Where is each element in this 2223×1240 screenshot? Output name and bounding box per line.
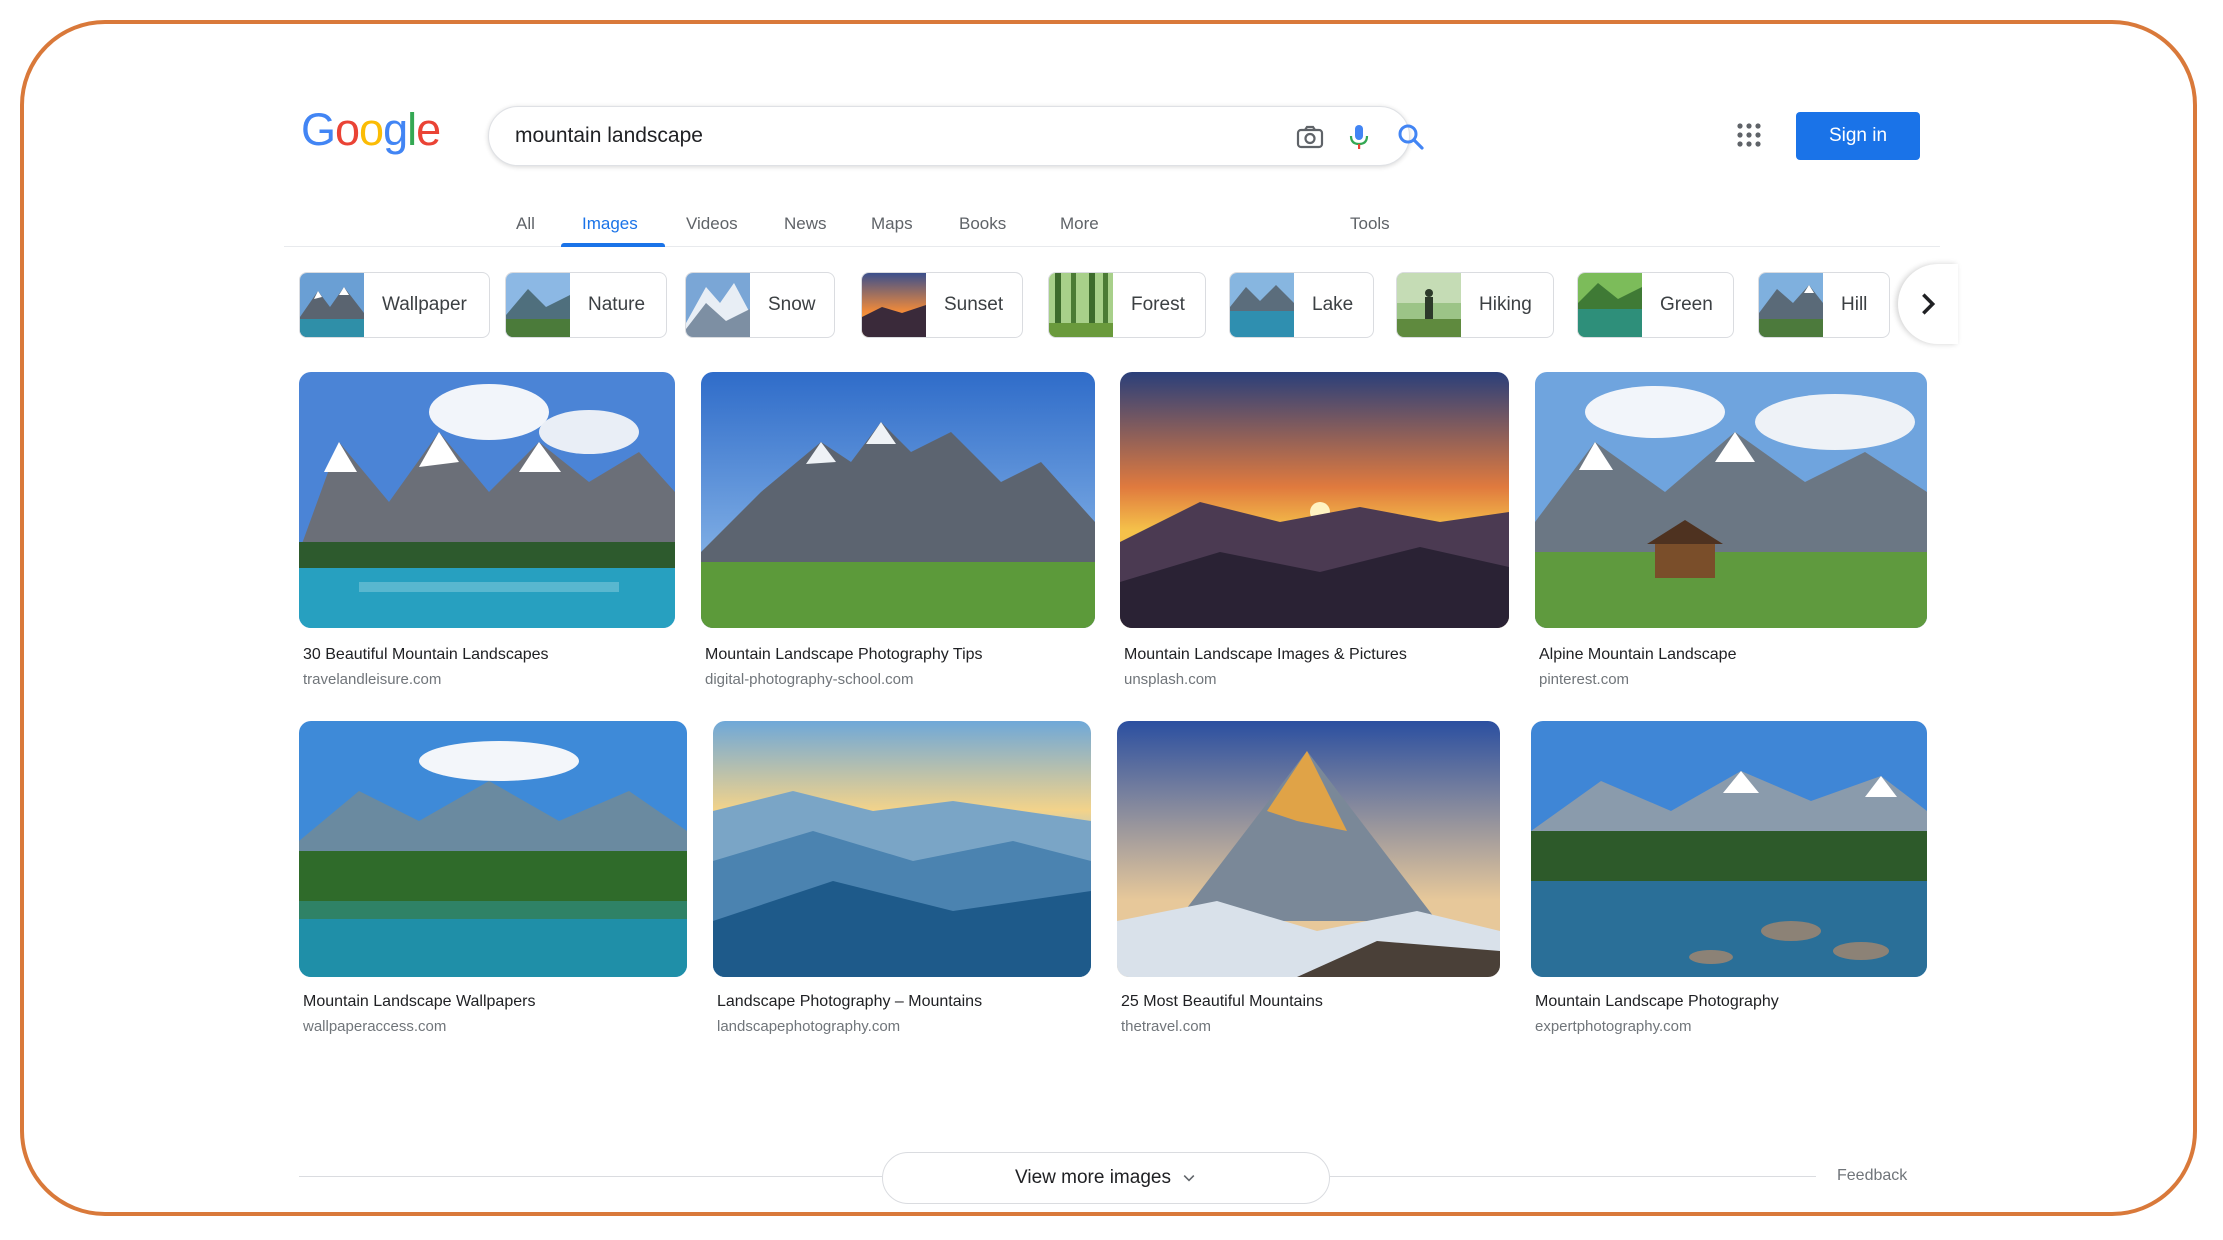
chip-thumbnail (1049, 273, 1113, 337)
tab-videos[interactable]: Videos (686, 214, 738, 234)
result-title[interactable]: 30 Beautiful Mountain Landscapes (303, 646, 549, 664)
tab-books[interactable]: Books (959, 214, 1006, 234)
result-title[interactable]: Landscape Photography – Mountains (717, 993, 982, 1011)
chip-nature[interactable]: Nature (505, 272, 667, 338)
result-image[interactable] (299, 372, 675, 628)
result-source: thetravel.com (1121, 1018, 1212, 1035)
chip-thumbnail (1397, 273, 1461, 337)
tab-news[interactable]: News (784, 214, 827, 234)
chip-green[interactable]: Green (1577, 272, 1734, 338)
chip-label: Forest (1131, 294, 1185, 315)
chip-thumbnail (1230, 273, 1294, 337)
footer-divider (1330, 1176, 1816, 1177)
chip-hill[interactable]: Hill (1758, 272, 1890, 338)
search-tabs: All Images Videos News Maps Books More T… (284, 190, 1940, 247)
chip-label: Hill (1841, 294, 1868, 315)
result-image[interactable] (1120, 372, 1509, 628)
search-box[interactable]: mountain landscape (488, 106, 1424, 166)
camera-icon[interactable] (1294, 121, 1326, 153)
tab-all[interactable]: All (516, 214, 535, 234)
chip-thumbnail (300, 273, 364, 337)
chip-thumbnail (686, 273, 750, 337)
chip-thumbnail (1578, 273, 1642, 337)
result-image[interactable] (1535, 372, 1927, 628)
chip-label: Green (1660, 294, 1713, 315)
result-image[interactable] (299, 721, 687, 977)
chevron-right-icon (1922, 293, 1936, 315)
view-more-label: View more images (1015, 1167, 1171, 1188)
result-source: unsplash.com (1124, 671, 1217, 688)
result-title[interactable]: Mountain Landscape Photography Tips (705, 646, 983, 664)
feedback-link[interactable]: Feedback (1837, 1167, 1907, 1185)
google-logo[interactable]: Google (301, 104, 441, 156)
chip-label: Nature (588, 294, 646, 315)
sign-in-button[interactable]: Sign in (1796, 112, 1920, 160)
result-title[interactable]: 25 Most Beautiful Mountains (1121, 993, 1323, 1011)
result-image[interactable] (701, 372, 1095, 628)
result-image[interactable] (1531, 721, 1927, 977)
chips-next-button[interactable] (1898, 264, 1958, 344)
tab-more[interactable]: More (1060, 214, 1099, 234)
microphone-icon[interactable] (1343, 121, 1375, 153)
result-source: pinterest.com (1539, 671, 1630, 688)
active-tab-indicator (561, 243, 665, 247)
chip-lake[interactable]: Lake (1229, 272, 1374, 338)
chip-label: Lake (1312, 294, 1354, 315)
result-title[interactable]: Alpine Mountain Landscape (1539, 646, 1736, 664)
result-source: travelandleisure.com (303, 671, 442, 688)
chip-wallpaper[interactable]: Wallpaper (299, 272, 490, 338)
apps-grid-icon[interactable] (1736, 122, 1762, 148)
tab-images[interactable]: Images (582, 214, 638, 234)
result-image[interactable] (713, 721, 1091, 977)
chip-label: Snow (768, 294, 816, 315)
search-results-page: Google mountain landscape Sign in All Im… (284, 80, 1958, 1204)
chip-thumbnail (506, 273, 570, 337)
result-title[interactable]: Mountain Landscape Wallpapers (303, 993, 535, 1011)
result-title[interactable]: Mountain Landscape Photography (1535, 993, 1779, 1011)
chip-label: Hiking (1479, 294, 1532, 315)
tab-maps[interactable]: Maps (871, 214, 913, 234)
chip-snow[interactable]: Snow (685, 272, 835, 338)
search-input[interactable]: mountain landscape (515, 124, 703, 148)
footer-divider (299, 1176, 882, 1177)
chip-thumbnail (862, 273, 926, 337)
chip-thumbnail (1759, 273, 1823, 337)
result-image[interactable] (1117, 721, 1500, 977)
view-more-images-button[interactable]: View more images (882, 1152, 1330, 1204)
chip-label: Sunset (944, 294, 1004, 315)
result-source: wallpaperaccess.com (303, 1018, 447, 1035)
result-source: expertphotography.com (1535, 1018, 1692, 1035)
result-title[interactable]: Mountain Landscape Images & Pictures (1124, 646, 1407, 664)
tools-button[interactable]: Tools (1350, 214, 1390, 234)
result-source: landscapephotography.com (717, 1018, 901, 1035)
chip-forest[interactable]: Forest (1048, 272, 1206, 338)
search-icon[interactable] (1395, 121, 1427, 153)
chip-hiking[interactable]: Hiking (1396, 272, 1554, 338)
chip-sunset[interactable]: Sunset (861, 272, 1023, 338)
result-source: digital-photography-school.com (705, 671, 914, 688)
chip-label: Wallpaper (382, 294, 467, 315)
chevron-down-icon (1183, 1175, 1195, 1182)
